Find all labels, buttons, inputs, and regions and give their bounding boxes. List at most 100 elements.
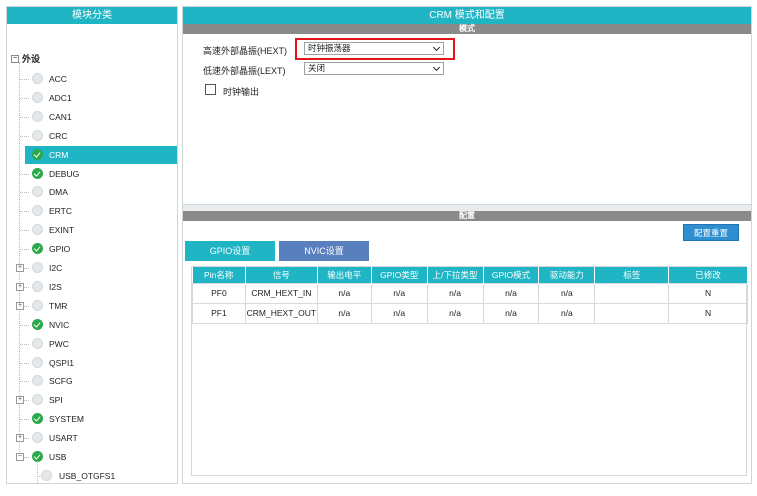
config-reset-button[interactable]: 配置重置 xyxy=(683,224,739,241)
empty-circle-icon xyxy=(32,432,43,444)
sidebar-item-crm[interactable]: CRM xyxy=(25,145,177,164)
collapse-icon[interactable]: − xyxy=(16,453,24,461)
sidebar-item-i2s[interactable]: + I2S xyxy=(7,278,177,296)
sidebar-item-can1[interactable]: CAN1 xyxy=(7,108,177,126)
sidebar-item-tmr[interactable]: + TMR xyxy=(7,297,177,315)
sidebar-item-exint[interactable]: EXINT xyxy=(7,221,177,239)
expand-icon[interactable]: + xyxy=(16,301,24,310)
sidebar-item-label: DMA xyxy=(49,187,68,198)
sidebar-item-qspi1[interactable]: QSPI1 xyxy=(7,354,177,372)
pin-config-table: Pin名称 信号 输出电平 GPIO类型 上/下拉类型 GPIO模式 驱动能力 … xyxy=(192,267,748,324)
pin-config-table-container: Pin名称 信号 输出电平 GPIO类型 上/下拉类型 GPIO模式 驱动能力 … xyxy=(191,266,748,476)
sidebar-item-adc1[interactable]: ADC1 xyxy=(7,89,177,107)
lext-select[interactable]: 关闭 xyxy=(304,62,444,75)
sidebar-item-label: SPI xyxy=(49,395,63,406)
tree-root-peripherals[interactable]: − 外设 xyxy=(11,52,40,65)
sidebar-item-spi[interactable]: + SPI xyxy=(7,391,177,409)
sidebar-item-i2c[interactable]: + I2C xyxy=(7,259,177,277)
panel-splitter[interactable] xyxy=(183,204,751,211)
table-row[interactable]: PF0 CRM_HEXT_IN n/a n/a n/a n/a n/a N xyxy=(192,282,748,304)
mode-section xyxy=(183,34,751,207)
sidebar-item-label: CRC xyxy=(49,130,68,141)
tree-connector xyxy=(20,230,29,232)
sidebar-item-label: ERTC xyxy=(49,206,72,217)
tree-root-label: 外设 xyxy=(22,54,41,64)
tab-nvic-settings[interactable]: NVIC设置 xyxy=(279,241,369,261)
tree-connector xyxy=(20,79,29,80)
table-row[interactable]: PF1 CRM_HEXT_OUT n/a n/a n/a n/a n/a N xyxy=(192,302,748,324)
col-modified[interactable]: 已修改 xyxy=(668,267,748,283)
check-circle-icon xyxy=(32,318,43,330)
sidebar-item-usb[interactable]: − USB xyxy=(7,448,177,466)
expand-icon[interactable]: + xyxy=(16,434,24,443)
sidebar-item-gpio[interactable]: GPIO xyxy=(7,240,177,258)
col-gpio-mode[interactable]: GPIO模式 xyxy=(483,267,540,283)
check-circle-icon xyxy=(32,148,43,160)
col-pull-type[interactable]: 上/下拉类型 xyxy=(427,267,484,283)
tree-connector xyxy=(20,97,29,99)
sidebar-item-debug[interactable]: DEBUG xyxy=(7,165,177,183)
table-header-row: Pin名称 信号 输出电平 GPIO类型 上/下拉类型 GPIO模式 驱动能力 … xyxy=(192,267,748,283)
table-cell: n/a xyxy=(482,302,540,324)
sidebar-item-label: ADC1 xyxy=(49,92,72,103)
table-cell: n/a xyxy=(538,282,596,304)
tree-connector xyxy=(20,419,29,421)
table-cell: N xyxy=(668,282,748,304)
sidebar-item-label: EXINT xyxy=(49,225,75,236)
sidebar-item-crc[interactable]: CRC xyxy=(7,127,177,145)
tree-connector xyxy=(20,362,29,364)
table-cell: n/a xyxy=(482,282,540,304)
sidebar-item-label: TMR xyxy=(49,300,68,311)
col-gpio-type[interactable]: GPIO类型 xyxy=(371,267,428,283)
table-cell: n/a xyxy=(316,302,372,324)
sidebar-item-label: I2S xyxy=(49,281,62,292)
empty-circle-icon xyxy=(32,375,43,387)
sidebar-item-label: PWC xyxy=(49,338,69,349)
sidebar-item-label: USART xyxy=(49,433,78,444)
sidebar-item-usart[interactable]: + USART xyxy=(7,429,177,447)
tree-connector xyxy=(20,173,29,175)
tree-connector xyxy=(20,324,29,326)
col-drive-strength[interactable]: 驱动能力 xyxy=(538,267,596,283)
col-output-level[interactable]: 输出电平 xyxy=(317,267,372,283)
sidebar-item-nvic[interactable]: NVIC xyxy=(7,316,177,334)
empty-circle-icon xyxy=(32,262,43,273)
sidebar-item-usb_otgfs1[interactable]: USB_OTGFS1 xyxy=(7,467,177,483)
col-label[interactable]: 标签 xyxy=(594,267,670,283)
empty-circle-icon xyxy=(32,205,43,217)
sidebar-item-acc[interactable]: ACC xyxy=(7,70,177,88)
sidebar-item-scfg[interactable]: SCFG xyxy=(7,372,177,390)
col-pin-name[interactable]: Pin名称 xyxy=(192,267,246,283)
tab-gpio-settings[interactable]: GPIO设置 xyxy=(185,241,275,261)
sidebar-item-label: ACC xyxy=(49,74,67,84)
sidebar-item-label: DEBUG xyxy=(49,168,80,179)
empty-circle-icon xyxy=(32,280,43,292)
tree-connector xyxy=(20,343,29,345)
col-signal[interactable]: 信号 xyxy=(245,267,318,283)
empty-circle-icon xyxy=(32,394,43,406)
sidebar-item-pwc[interactable]: PWC xyxy=(7,335,177,353)
empty-circle-icon xyxy=(32,224,43,236)
crm-panel-title: CRM 模式和配置 xyxy=(183,7,751,24)
empty-circle-icon xyxy=(32,73,43,84)
expand-icon[interactable]: + xyxy=(16,282,24,291)
expand-icon[interactable]: + xyxy=(16,396,24,405)
chevron-down-icon xyxy=(432,63,441,72)
sidebar-item-system[interactable]: SYSTEM xyxy=(7,410,177,428)
expand-icon[interactable]: + xyxy=(16,264,24,272)
table-cell: N xyxy=(668,302,748,324)
clock-output-checkbox[interactable] xyxy=(205,84,216,95)
table-cell: n/a xyxy=(426,282,484,304)
lext-select-value: 关闭 xyxy=(308,63,326,73)
empty-circle-icon xyxy=(32,91,43,103)
empty-circle-icon xyxy=(41,469,52,481)
collapse-icon[interactable]: − xyxy=(11,54,19,63)
sidebar-item-dma[interactable]: DMA xyxy=(7,183,177,201)
sidebar-item-label: USB_OTGFS1 xyxy=(59,470,116,481)
tree-connector xyxy=(20,116,29,118)
tree-connector xyxy=(20,211,29,213)
sidebar-item-label: CAN1 xyxy=(49,111,72,122)
hext-highlight-box xyxy=(295,38,455,60)
check-circle-icon xyxy=(32,243,43,255)
sidebar-item-ertc[interactable]: ERTC xyxy=(7,202,177,220)
